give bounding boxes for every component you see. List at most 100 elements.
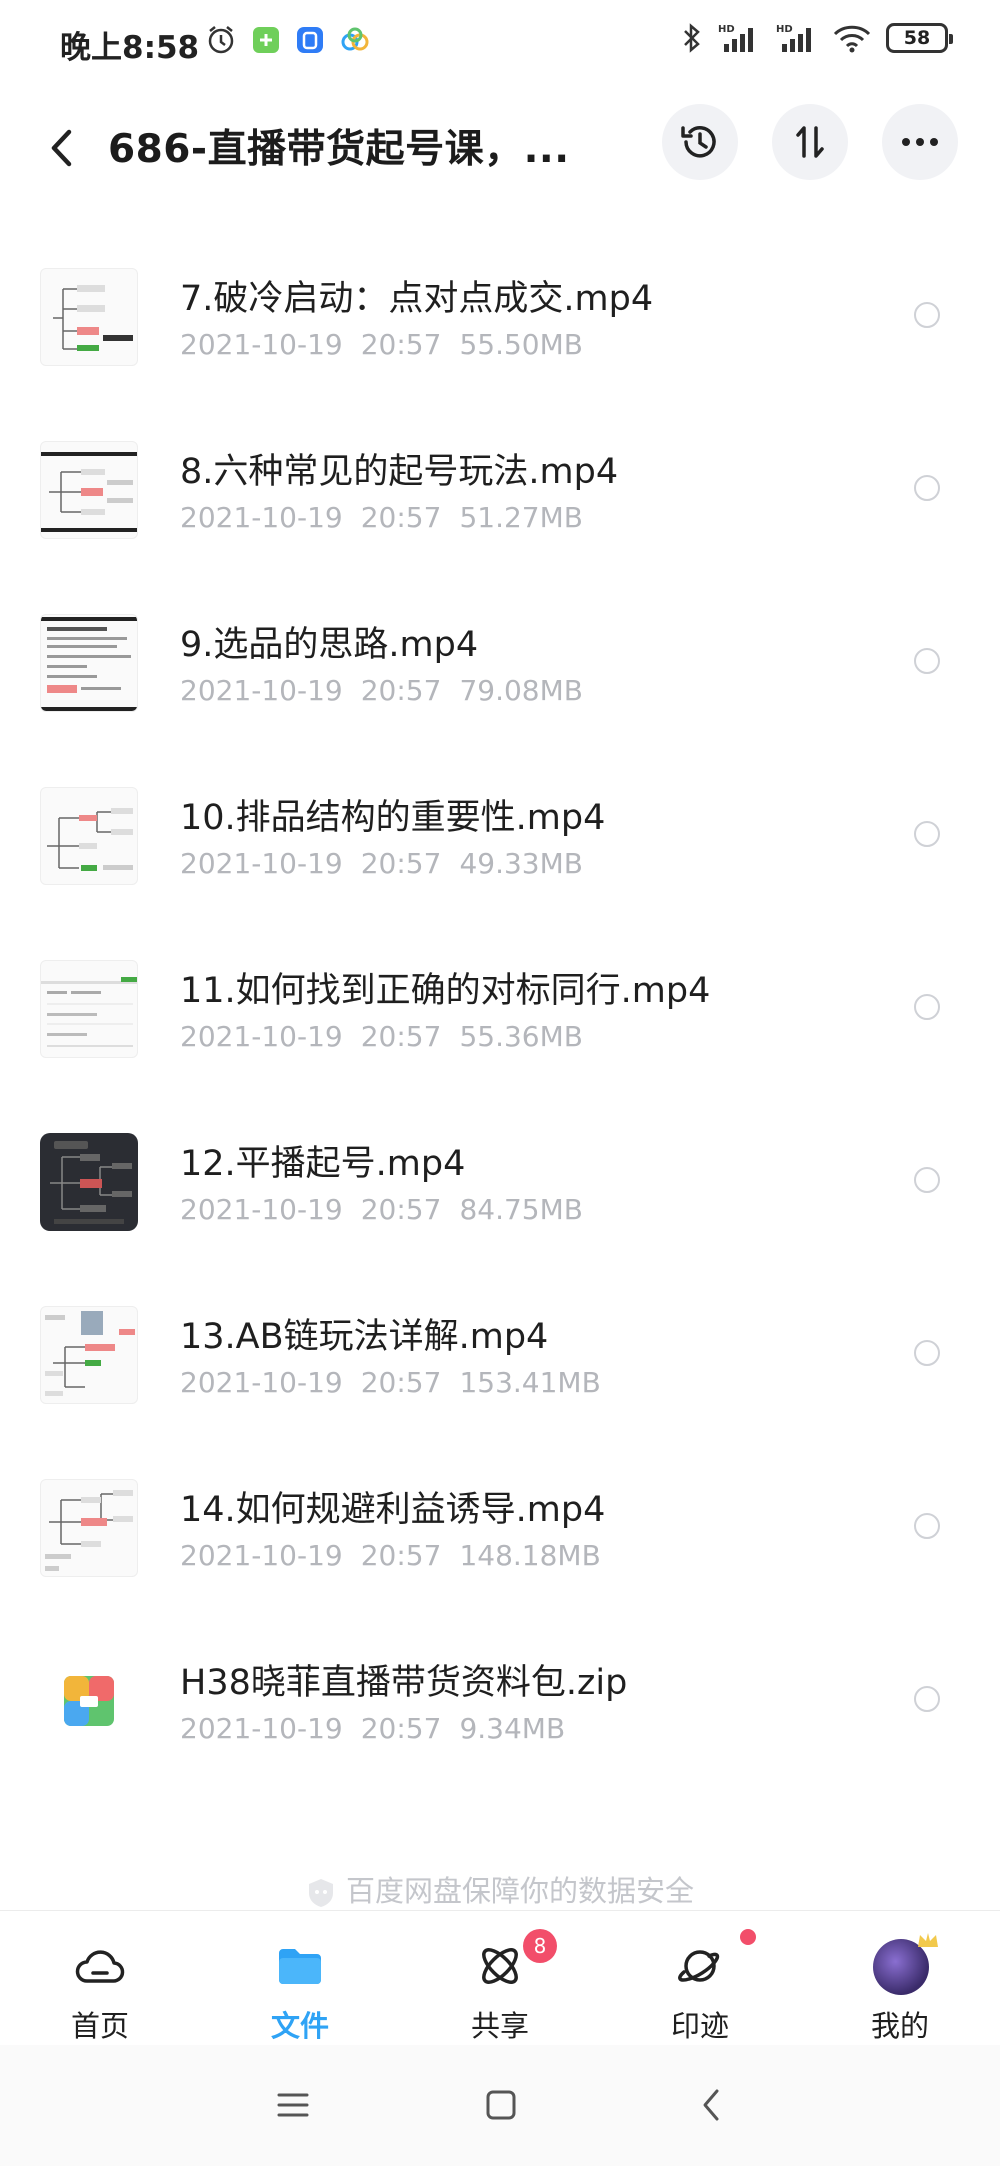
file-row[interactable]: 11.如何找到正确的对标同行.mp4 2021-10-19 20:57 55.36M… [0,922,1000,1095]
file-size: 55.50MB [459,328,583,361]
file-meta: 2021-10-19 20:57 51.27MB [180,501,601,534]
file-date: 2021-10-19 [180,328,343,361]
system-back-button[interactable] [686,2080,736,2130]
file-date: 2021-10-19 [180,847,343,880]
file-row[interactable]: 7.破冷启动：点对点成交.mp4 2021-10-19 20:57 55.50MB [0,230,1000,403]
file-meta: 2021-10-19 20:57 55.36MB [180,1020,601,1053]
status-time: 晚上8:58 [60,30,200,66]
file-row[interactable]: H38晓菲直播带货资料包.zip 2021-10-19 20:57 9.34MB [0,1614,1000,1787]
select-checkbox[interactable] [914,1686,940,1712]
wifi-icon [833,25,871,53]
menu-icon [277,2093,309,2117]
file-meta: 2021-10-19 20:57 84.75MB [180,1193,601,1226]
status-notification-icons [205,24,371,56]
file-date: 2021-10-19 [180,674,343,707]
file-meta: 2021-10-19 20:57 55.50MB [180,328,601,361]
file-size: 148.18MB [459,1539,601,1572]
tab-home[interactable]: 首页 [30,1911,170,2046]
select-checkbox[interactable] [914,821,940,847]
video-thumbnail [40,960,138,1058]
file-list: 7.破冷启动：点对点成交.mp4 2021-10-19 20:57 55.50MB … [0,230,1000,1787]
file-name: 12.平播起号.mp4 [180,1144,466,1184]
file-name: 13.AB链玩法详解.mp4 [180,1317,549,1357]
file-time: 20:57 [360,501,442,534]
file-date: 2021-10-19 [180,1193,343,1226]
tab-label: 文件 [270,2009,329,2043]
security-note-text: 百度网盘保障你的数据安全 [345,1874,694,1908]
tab-label: 我的 [870,2009,929,2043]
file-date: 2021-10-19 [180,1020,343,1053]
video-thumbnail [40,1133,138,1231]
history-button[interactable] [662,104,738,180]
file-size: 55.36MB [459,1020,583,1053]
file-name: 7.破冷启动：点对点成交.mp4 [180,279,654,319]
file-time: 20:57 [360,1539,442,1572]
file-name: H38晓菲直播带货资料包.zip [180,1663,628,1703]
file-row[interactable]: 10.排品结构的重要性.mp4 2021-10-19 20:57 49.33MB [0,749,1000,922]
back-button[interactable] [40,118,84,178]
file-name: 10.排品结构的重要性.mp4 [180,798,606,838]
menu-button[interactable] [268,2080,318,2130]
battery-icon: 58 [886,23,953,53]
system-nav-bar [0,2045,1000,2166]
video-thumbnail [40,268,138,366]
tab-profile[interactable]: 我的 [830,1911,970,2046]
video-thumbnail [40,614,138,712]
file-meta: 2021-10-19 20:57 153.41MB [180,1366,619,1399]
app-cloud-icon [341,27,369,51]
svg-text:HD: HD [718,24,735,35]
file-date: 2021-10-19 [180,501,343,534]
security-note: 百度网盘保障你的数据安全 [0,1868,1000,1910]
file-time: 20:57 [360,328,442,361]
file-row[interactable]: 9.选品的思路.mp4 2021-10-19 20:57 79.08MB [0,576,1000,749]
file-time: 20:57 [360,674,442,707]
sort-button[interactable] [772,104,848,180]
app-green-icon [253,27,279,53]
more-button[interactable] [882,104,958,180]
file-size: 49.33MB [459,847,583,880]
home-square-icon [486,2090,516,2120]
file-meta: 2021-10-19 20:57 9.34MB [180,1712,583,1745]
bottom-tab-bar: 首页 文件 8 共享 印迹 我的 [0,1910,1000,2046]
file-row[interactable]: 8.六种常见的起号玩法.mp4 2021-10-19 20:57 51.27MB [0,403,1000,576]
file-row[interactable]: 12.平播起号.mp4 2021-10-19 20:57 84.75MB [0,1095,1000,1268]
select-checkbox[interactable] [914,1167,940,1193]
file-time: 20:57 [360,1712,442,1745]
zip-file-icon [40,1652,138,1750]
file-row[interactable]: 13.AB链玩法详解.mp4 2021-10-19 20:57 153.41MB [0,1268,1000,1441]
file-size: 153.41MB [459,1366,601,1399]
alarm-icon [208,26,234,54]
tab-files[interactable]: 文件 [230,1911,370,2046]
file-meta: 2021-10-19 20:57 49.33MB [180,847,601,880]
file-date: 2021-10-19 [180,1539,343,1572]
video-thumbnail [40,1306,138,1404]
select-checkbox[interactable] [914,648,940,674]
history-icon [681,126,716,158]
more-icon [902,138,938,146]
folder-icon [279,1949,321,1984]
status-system-icons: HD HD 58 [682,22,953,54]
tab-moments[interactable]: 印迹 [630,1911,770,2046]
status-bar: 晚上8:58 HD HD 58 [0,0,1000,90]
home-button[interactable] [476,2080,526,2130]
select-checkbox[interactable] [914,1340,940,1366]
video-thumbnail [40,787,138,885]
video-thumbnail [40,441,138,539]
tab-share[interactable]: 8 共享 [430,1911,570,2046]
file-time: 20:57 [360,1366,442,1399]
file-date: 2021-10-19 [180,1712,343,1745]
file-size: 79.08MB [459,674,583,707]
file-time: 20:57 [360,1020,442,1053]
select-checkbox[interactable] [914,1513,940,1539]
tab-label: 共享 [470,2009,529,2043]
file-size: 51.27MB [459,501,583,534]
select-checkbox[interactable] [914,994,940,1020]
file-size: 84.75MB [459,1193,583,1226]
select-checkbox[interactable] [914,302,940,328]
share-atom-icon [482,1948,518,1984]
file-row[interactable]: 14.如何规避利益诱导.mp4 2021-10-19 20:57 148.18MB [0,1441,1000,1614]
crown-icon [918,1933,938,1947]
file-time: 20:57 [360,1193,442,1226]
file-name: 11.如何找到正确的对标同行.mp4 [180,971,711,1011]
select-checkbox[interactable] [914,475,940,501]
